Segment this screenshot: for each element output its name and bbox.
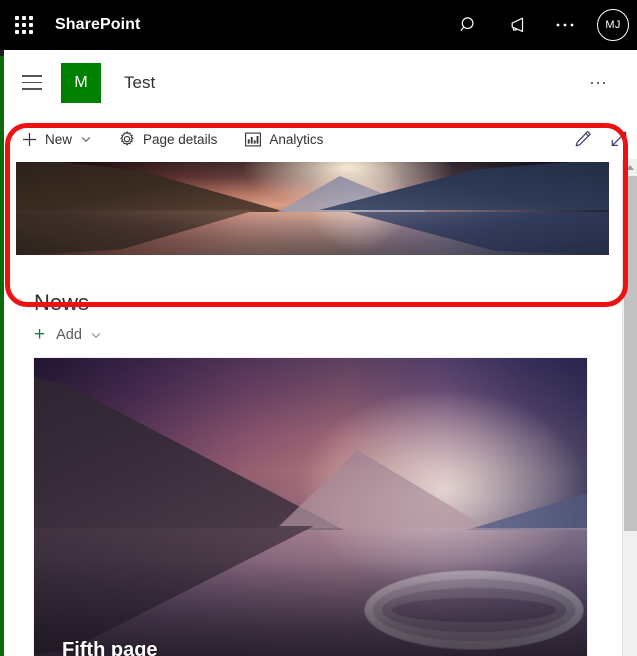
- new-button-label: New: [45, 131, 73, 147]
- page-details-label: Page details: [143, 131, 218, 147]
- pencil-edit-icon[interactable]: [565, 121, 601, 157]
- expand-diagonal-arrow-icon[interactable]: [601, 121, 637, 157]
- scrollbar-thumb[interactable]: [624, 176, 637, 531]
- search-icon[interactable]: [445, 1, 493, 49]
- new-button[interactable]: New: [12, 119, 101, 159]
- plus-icon: [22, 132, 37, 147]
- news-card-title: Fifth page: [62, 639, 158, 656]
- analytics-label: Analytics: [269, 131, 324, 147]
- scroll-up-arrow-icon[interactable]: [623, 159, 637, 175]
- page-canvas: News + Add Fifth page: [4, 159, 622, 656]
- command-bar-right-actions: [565, 121, 637, 157]
- news-section-heading: News: [34, 290, 90, 315]
- plus-icon: +: [34, 324, 46, 345]
- gear-icon: [119, 131, 135, 147]
- command-bar: New Page details Analytics: [4, 119, 637, 159]
- hero-banner[interactable]: [16, 162, 609, 255]
- suite-bar: SharePoint MJ: [0, 0, 637, 50]
- waffle-grid: [15, 16, 33, 34]
- sharepoint-page: SharePoint MJ M Test ⋯ New Page details …: [0, 0, 637, 656]
- site-header: M Test ⋯: [4, 50, 637, 115]
- avatar-initials: MJ: [597, 9, 629, 41]
- page-details-button[interactable]: Page details: [109, 119, 227, 159]
- suite-bar-actions: MJ: [445, 0, 637, 50]
- app-launcher-waffle-icon[interactable]: [0, 0, 48, 50]
- site-header-ellipsis-icon[interactable]: ⋯: [589, 74, 609, 92]
- analytics-button[interactable]: Analytics: [235, 119, 333, 159]
- news-card[interactable]: Fifth page: [34, 358, 587, 656]
- hamburger-menu-icon[interactable]: [10, 61, 54, 105]
- suite-title[interactable]: SharePoint: [55, 16, 140, 34]
- bar-chart-icon: [245, 132, 262, 147]
- page-title[interactable]: Test: [124, 73, 155, 93]
- chevron-down-icon: [91, 332, 101, 339]
- vertical-scrollbar[interactable]: [622, 159, 637, 656]
- site-logo[interactable]: M: [61, 62, 101, 103]
- chevron-down-icon: [81, 136, 91, 143]
- add-news-label: Add: [56, 327, 82, 343]
- avatar[interactable]: MJ: [589, 0, 637, 50]
- add-news-button[interactable]: + Add: [34, 324, 101, 345]
- megaphone-icon[interactable]: [493, 1, 541, 49]
- ellipsis-icon[interactable]: [541, 1, 589, 49]
